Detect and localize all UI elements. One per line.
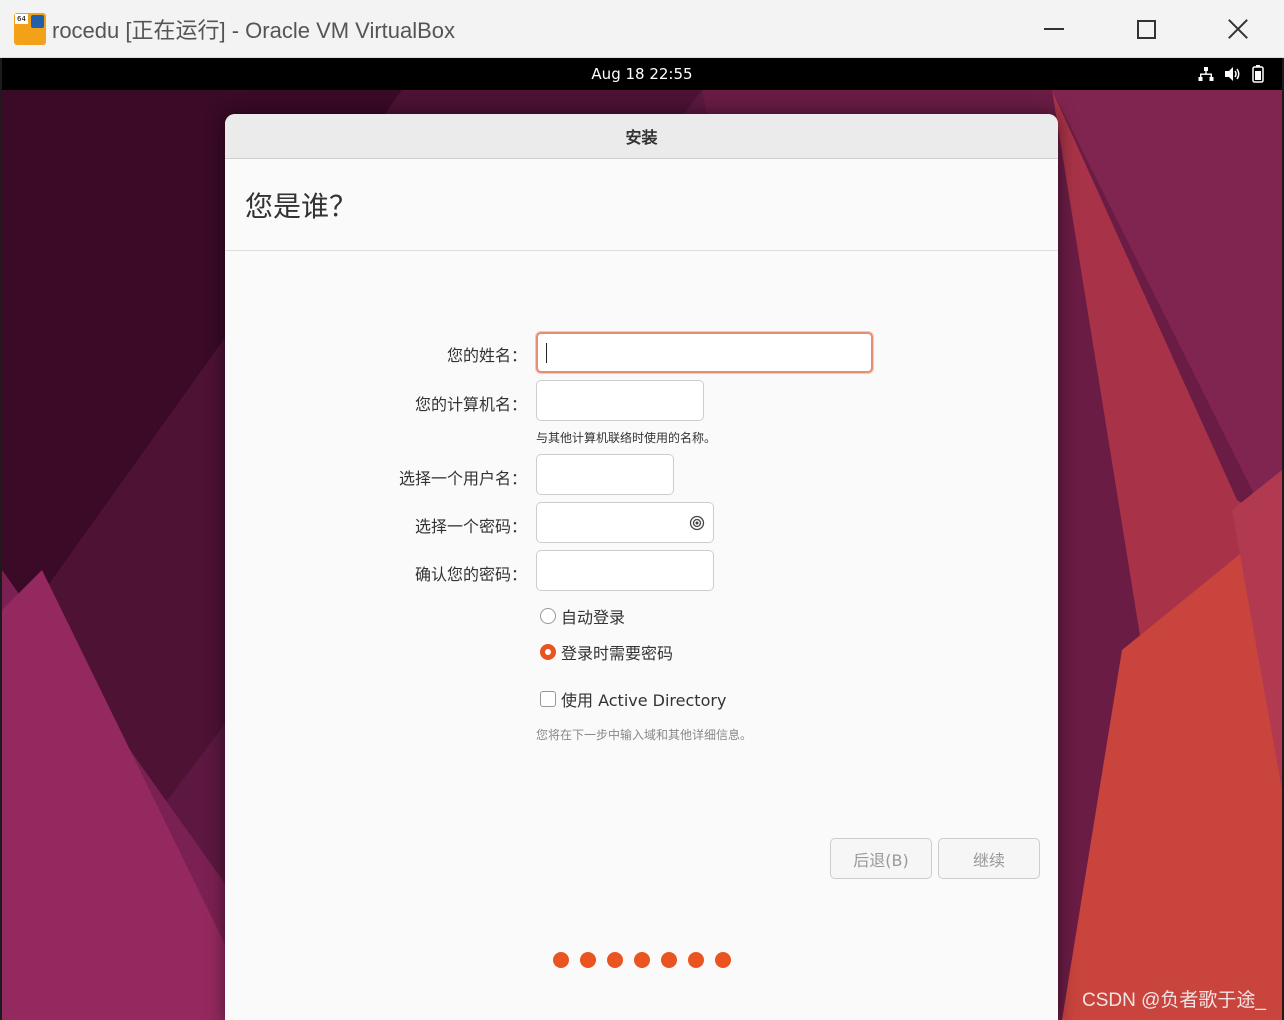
installer-window: 安装 您是谁？ 您的姓名： 您的计算机名： 与其他计算机联络时使用的名称。 选择…: [225, 114, 1058, 1020]
system-tray[interactable]: [1198, 65, 1264, 83]
battery-icon: [1252, 65, 1264, 83]
minimize-icon: [1044, 28, 1064, 30]
auto-login-radio[interactable]: [540, 608, 556, 624]
auto-login-option[interactable]: 自动登录: [540, 604, 625, 628]
show-password-icon[interactable]: [689, 515, 705, 531]
progress-dot: [714, 952, 731, 968]
close-button[interactable]: [1192, 0, 1284, 58]
volume-icon: [1225, 67, 1240, 81]
progress-dots: [225, 952, 1058, 968]
computer-name-input[interactable]: [536, 380, 704, 421]
password-input[interactable]: [536, 502, 714, 543]
auto-login-label: 自动登录: [561, 608, 626, 627]
require-password-label: 登录时需要密码: [561, 644, 674, 663]
progress-dot: [660, 952, 677, 968]
continue-button[interactable]: 继续: [938, 838, 1040, 879]
maximize-icon: [1136, 19, 1156, 39]
require-password-option[interactable]: 登录时需要密码: [540, 640, 673, 664]
confirm-password-input[interactable]: [536, 550, 714, 591]
active-directory-checkbox[interactable]: [540, 691, 556, 707]
username-input[interactable]: [536, 454, 674, 495]
network-icon: [1198, 67, 1214, 81]
progress-dot: [579, 952, 596, 968]
gnome-top-bar: Aug 18 22:55: [2, 58, 1282, 90]
host-titlebar[interactable]: 64 rocedu [正在运行] - Oracle VM VirtualBox: [0, 0, 1284, 58]
progress-dot: [687, 952, 704, 968]
username-label: 选择一个用户名：: [398, 469, 527, 488]
name-input[interactable]: [536, 332, 873, 373]
window-controls: [1008, 0, 1284, 58]
virtualbox-icon: 64: [14, 12, 46, 45]
progress-dot: [633, 952, 650, 968]
maximize-button[interactable]: [1100, 0, 1192, 58]
close-icon: [1227, 18, 1249, 40]
progress-dot: [552, 952, 569, 968]
computer-name-label: 您的计算机名：: [414, 395, 527, 414]
confirm-password-label: 确认您的密码：: [414, 565, 527, 584]
active-directory-hint: 您将在下一步中输入域和其他详细信息。: [536, 728, 753, 742]
name-label: 您的姓名：: [446, 346, 527, 365]
active-directory-label: 使用 Active Directory: [561, 691, 727, 710]
minimize-button[interactable]: [1008, 0, 1100, 58]
clock[interactable]: Aug 18 22:55: [2, 65, 1282, 83]
text-caret: [546, 343, 547, 363]
require-password-radio[interactable]: [540, 644, 556, 660]
page-title: 您是谁？: [225, 159, 1058, 251]
host-window-title: rocedu [正在运行] - Oracle VM VirtualBox: [52, 17, 456, 43]
back-button[interactable]: 后退(B): [830, 838, 932, 879]
vm-screen[interactable]: Aug 18 22:55 安装 您是谁？ 您的姓名： 您的计算机名： 与其他计算…: [2, 58, 1282, 1020]
installer-header: 安装: [225, 114, 1058, 159]
active-directory-option[interactable]: 使用 Active Directory: [540, 687, 726, 711]
progress-dot: [606, 952, 623, 968]
computer-name-hint: 与其他计算机联络时使用的名称。: [536, 431, 717, 445]
watermark: CSDN @负者歌于途_: [1082, 990, 1266, 1011]
password-label: 选择一个密码：: [414, 517, 527, 536]
arch-badge: 64: [15, 13, 28, 24]
